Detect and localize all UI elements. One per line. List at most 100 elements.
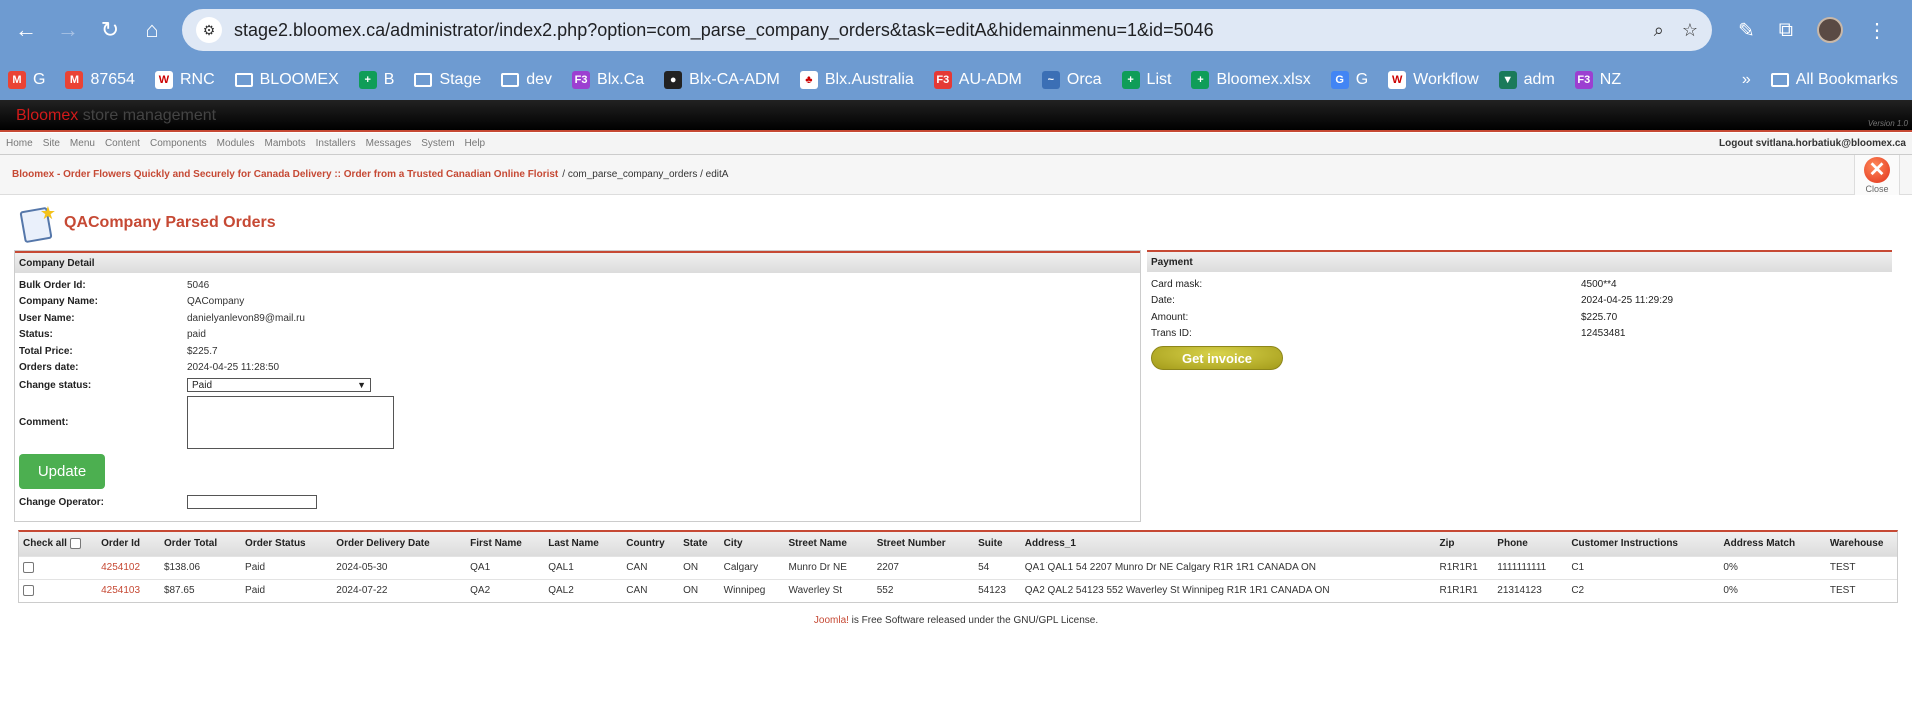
adm-icon: ▼ [1498, 71, 1517, 89]
orders-table: Check all Order Id Order Total Order Statu… [18, 530, 1898, 603]
f3-icon: F3 [1574, 71, 1593, 89]
bookmark-item[interactable]: W RNC [154, 71, 215, 89]
change-operator-input[interactable] [187, 495, 317, 509]
company-detail-row: User Name: danielyanlevon89@mail.ru [15, 310, 1140, 327]
breadcrumb: Bloomex - Order Flowers Quickly and Secu… [0, 155, 1912, 195]
zoom-icon[interactable]: ⌕ [1654, 20, 1664, 41]
bookmark-label: dev [526, 71, 553, 88]
row-select-cell [19, 579, 97, 602]
order-id-link[interactable]: 4254103 [97, 579, 160, 602]
profile-avatar[interactable] [1817, 17, 1844, 43]
payment-heading: Payment [1147, 250, 1892, 272]
company-detail-row: Company Name: QACompany [15, 294, 1140, 311]
sheets-icon: + [358, 71, 377, 89]
site-info-icon[interactable]: ⚙ [196, 17, 222, 43]
wikipedia-icon: W [1388, 71, 1407, 89]
table-cell: TEST [1829, 585, 1856, 597]
payment-value: 4500**4 [1581, 278, 1617, 290]
check-all-checkbox[interactable] [69, 538, 81, 550]
more-bookmarks-icon[interactable]: » [1742, 71, 1751, 89]
bookmark-item[interactable]: ♣ Blx.Australia [799, 71, 914, 89]
bookmark-item[interactable]: ▼ adm [1498, 71, 1555, 89]
table-cell: 54123 [978, 585, 1006, 597]
menu-item-components[interactable]: Components [150, 138, 207, 149]
bookmark-item[interactable]: GG [1330, 71, 1368, 89]
footer: Joomla! is Free Software released under … [0, 615, 1912, 626]
bookmark-item[interactable]: F3 AU-ADM [933, 71, 1022, 89]
bookmark-item[interactable]: Stage [414, 71, 481, 89]
all-bookmarks-button[interactable]: All Bookmarks [1770, 71, 1898, 89]
check-all-header: Check all [19, 532, 97, 556]
table-cell: Munro Dr NE [788, 562, 847, 573]
row-checkbox[interactable] [23, 585, 34, 597]
globe-icon: ● [664, 71, 683, 89]
extensions-icon[interactable]: ⧉ [1779, 19, 1793, 42]
bookmark-item[interactable]: dev [501, 71, 552, 89]
get-invoice-button[interactable]: Get invoice [1151, 346, 1283, 370]
detail-value: $225.7 [187, 345, 218, 357]
address-bar[interactable]: ⚙ stage2.bloomex.ca/administrator/index2… [182, 9, 1712, 51]
bookmark-item[interactable]: + B [358, 71, 394, 89]
column-header: Warehouse [1829, 538, 1884, 550]
table-cell: CAN [626, 585, 648, 597]
menu-item-system[interactable]: System [421, 138, 454, 149]
extension-brush-icon[interactable]: ✎ [1738, 18, 1755, 43]
reload-icon[interactable]: ↻ [94, 14, 126, 46]
logout-link[interactable]: Logout svitlana.horbatiuk@bloomex.ca [1719, 138, 1906, 149]
bookmark-item[interactable]: + List [1121, 71, 1171, 89]
home-icon[interactable]: ⌂ [136, 14, 168, 46]
bookmark-star-icon[interactable]: ☆ [1682, 20, 1698, 41]
bookmark-label: Workflow [1413, 71, 1479, 88]
change-status-label: Change status: [19, 379, 92, 391]
menu-item-content[interactable]: Content [105, 138, 140, 149]
table-cell: Winnipeg [723, 585, 766, 597]
translate-icon: G [1330, 71, 1349, 89]
f3-icon: F3 [572, 71, 591, 89]
bookmark-item[interactable]: M 87654 [65, 71, 135, 89]
menu-item-site[interactable]: Site [43, 138, 60, 149]
payment-label: Trans ID: [1151, 328, 1192, 340]
status-select[interactable]: Paid ▼ [187, 378, 371, 392]
bookmark-item[interactable]: W Workflow [1388, 71, 1479, 89]
table-cell: 54 [978, 562, 990, 573]
column-header: Order Delivery Date [336, 538, 430, 550]
bookmark-item[interactable]: F3 NZ [1574, 71, 1621, 89]
bookmark-item[interactable]: ● Blx-CA-ADM [664, 71, 780, 89]
menu-item-mambots[interactable]: Mambots [264, 138, 305, 149]
menu-item-installers[interactable]: Installers [316, 138, 356, 149]
menu-item-modules[interactable]: Modules [217, 138, 255, 149]
menu-item-menu[interactable]: Menu [70, 138, 95, 149]
bookmark-item[interactable]: BLOOMEX [234, 71, 339, 89]
breadcrumb-site-link[interactable]: Bloomex - Order Flowers Quickly and Secu… [12, 169, 558, 180]
company-detail-row: Orders date: 2024-04-25 11:28:50 [15, 360, 1140, 377]
menu-item-home[interactable]: Home [6, 138, 33, 149]
table-cell: Paid [245, 562, 266, 573]
forward-icon[interactable]: → [52, 14, 84, 46]
order-id-link[interactable]: 4254102 [97, 556, 160, 579]
bookmark-item[interactable]: + Bloomex.xlsx [1191, 71, 1311, 89]
comment-textarea[interactable] [187, 395, 394, 449]
bookmark-item[interactable]: ~ Orca [1041, 71, 1102, 89]
bookmark-item[interactable]: F3 Blx.Ca [572, 71, 644, 89]
detail-value: danielyanlevon89@mail.ru [187, 312, 305, 324]
url-text[interactable]: stage2.bloomex.ca/administrator/index2.p… [234, 20, 1636, 41]
close-button[interactable]: ✕ Close [1854, 155, 1900, 195]
table-cell: QAL1 [548, 562, 574, 573]
detail-label: Status: [19, 329, 53, 341]
table-cell: Waverley St [788, 585, 843, 597]
row-checkbox[interactable] [23, 561, 34, 573]
joomla-link[interactable]: Joomla! [814, 615, 849, 626]
bookmark-item[interactable]: MG [8, 71, 45, 89]
menu-item-help[interactable]: Help [465, 138, 486, 149]
browser-menu-icon[interactable]: ⋮ [1867, 18, 1887, 43]
footer-text: is Free Software released under the GNU/… [848, 615, 1099, 626]
table-cell: 2024-05-30 [336, 562, 388, 573]
update-button[interactable]: Update [19, 454, 105, 489]
back-icon[interactable]: ← [10, 14, 42, 46]
table-cell: $138.06 [163, 562, 201, 573]
table-cell: 552 [876, 585, 894, 597]
company-detail-heading: Company Detail [15, 251, 1140, 273]
column-header: Order Status [245, 538, 306, 550]
row-select-cell [19, 556, 97, 579]
menu-item-messages[interactable]: Messages [366, 138, 412, 149]
